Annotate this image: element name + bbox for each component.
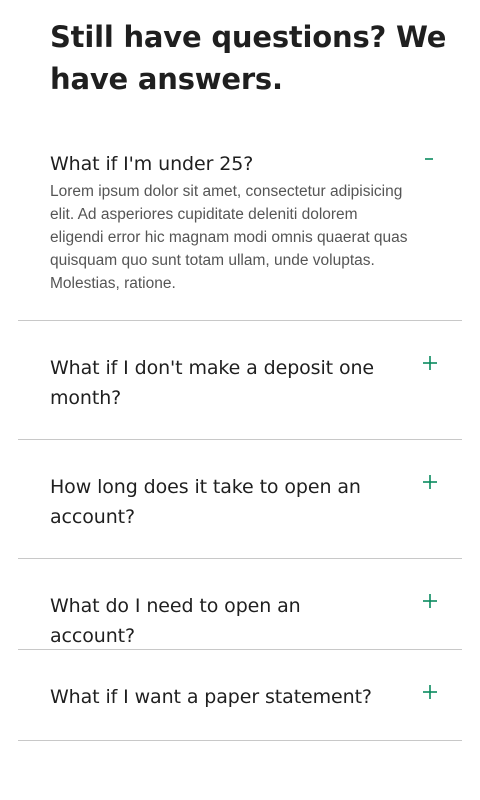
plus-icon[interactable] (420, 353, 440, 373)
faq-section: Still have questions? We have answers. W… (0, 0, 480, 800)
faq-heading: Still have questions? We have answers. (50, 20, 447, 96)
faq-item: What if I want a paper statement? (18, 650, 462, 741)
faq-item: What if I don't make a deposit one month… (18, 321, 462, 440)
faq-item: What if I'm under 25? Lorem ipsum dolor … (18, 150, 462, 321)
faq-item: How long does it take to open an account… (18, 440, 462, 559)
faq-question[interactable]: How long does it take to open an account… (50, 472, 380, 532)
minus-icon[interactable] (420, 150, 440, 170)
faq-item: What do I need to open an account? (18, 559, 462, 650)
faq-question[interactable]: What if I want a paper statement? (50, 682, 380, 712)
plus-icon[interactable] (420, 591, 440, 611)
faq-question[interactable]: What do I need to open an account? (50, 591, 380, 651)
faq-question[interactable]: What if I'm under 25? (50, 149, 380, 179)
plus-icon[interactable] (420, 682, 440, 702)
faq-list: What if I'm under 25? Lorem ipsum dolor … (18, 150, 462, 741)
plus-icon[interactable] (420, 472, 440, 492)
faq-answer: Lorem ipsum dolor sit amet, consectetur … (50, 183, 408, 292)
faq-question[interactable]: What if I don't make a deposit one month… (50, 353, 380, 413)
